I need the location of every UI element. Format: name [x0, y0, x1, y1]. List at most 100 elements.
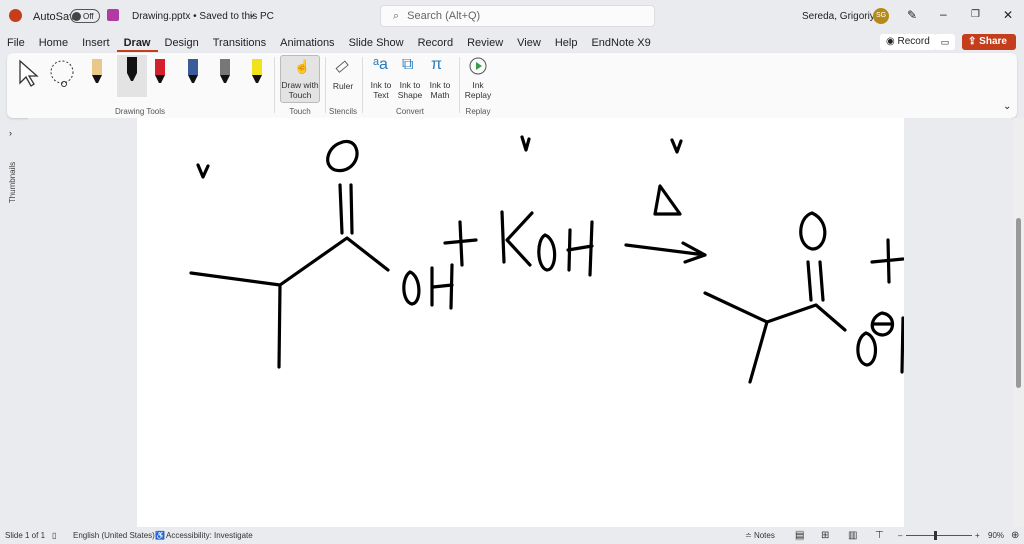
tab-draw[interactable]: Draw — [116, 34, 158, 52]
ruler-icon: ▭ — [330, 55, 354, 78]
zoom-slider-thumb[interactable] — [934, 531, 937, 540]
accessibility-status[interactable]: Accessibility: Investigate — [166, 531, 253, 540]
tab-view[interactable]: View — [510, 34, 548, 52]
tab-review[interactable]: Review — [460, 34, 510, 52]
ribbon-tabs: File Home Insert Draw Design Transitions Anima… — [0, 34, 658, 52]
accessibility-icon: ♿ — [155, 531, 165, 540]
ink-tick-mark — [196, 163, 210, 179]
touch-label: Touch — [289, 107, 311, 116]
slide-canvas[interactable] — [137, 118, 992, 527]
ink-to-text-icon: ᵃa — [373, 56, 388, 73]
notes-button[interactable]: ≐ Notes — [745, 531, 775, 540]
ink-to-math-icon: π — [431, 56, 443, 73]
touch-hand-icon: ☝ — [294, 59, 311, 74]
stencils-label: Stencils — [328, 107, 357, 116]
pen-icon[interactable]: ✎ — [907, 8, 917, 22]
vertical-scrollbar[interactable] — [1013, 118, 1024, 527]
select-arrow-icon[interactable] — [17, 59, 41, 89]
ink-plus-2 — [870, 238, 905, 284]
ink-minus-charge — [870, 311, 895, 337]
zoom-slider[interactable] — [906, 535, 972, 536]
lasso-select-icon[interactable] — [47, 58, 79, 90]
ink-carbon-skeleton-left — [189, 236, 390, 369]
slide-sorter-icon[interactable]: ⊞ — [821, 530, 829, 541]
drawing-tools-label: Drawing Tools — [114, 107, 166, 116]
ink-to-text-button[interactable]: Ink to Text — [367, 80, 395, 100]
status-bar: Slide 1 of 1 ▯ English (United States) ♿… — [0, 527, 1024, 544]
slideshow-icon[interactable]: ⊤ — [875, 530, 884, 541]
avatar[interactable]: SG — [873, 8, 889, 24]
save-icon[interactable] — [107, 9, 119, 21]
thumbnails-label: Thumbnails — [8, 161, 18, 204]
ink-o-minus — [856, 331, 878, 367]
tab-slide-show[interactable]: Slide Show — [342, 34, 411, 52]
collapse-ribbon-icon[interactable]: ⌄ — [1003, 101, 1011, 112]
tab-animations[interactable]: Animations — [273, 34, 341, 52]
fit-to-window-icon[interactable]: ⊕ — [1011, 530, 1019, 541]
tab-insert[interactable]: Insert — [75, 34, 117, 52]
ink-plus-1 — [443, 220, 478, 267]
pen-2-icon[interactable] — [117, 55, 147, 97]
slide-counter: Slide 1 of 1 — [5, 531, 46, 540]
replay-label: Replay — [465, 107, 491, 116]
ink-o-letter-2 — [537, 233, 557, 272]
comments-icon[interactable]: ▭ — [935, 34, 955, 50]
ink-replay-button[interactable]: Ink Replay — [462, 80, 494, 100]
ink-oxygen-right — [799, 211, 827, 251]
pen-6-icon[interactable] — [247, 57, 267, 89]
autosave-toggle[interactable]: Off — [70, 9, 100, 23]
ink-double-bond-left — [338, 183, 354, 235]
tab-endnote-x9[interactable]: EndNote X9 — [584, 34, 657, 52]
ink-oxygen-left — [326, 139, 359, 173]
ink-carbon-skeleton-right — [703, 291, 847, 384]
ink-to-shape-icon: ⧉ — [402, 56, 414, 73]
close-icon[interactable]: ✕ — [1003, 8, 1013, 22]
language[interactable]: English (United States) — [73, 531, 155, 540]
tab-record[interactable]: Record — [411, 34, 460, 52]
ink-to-math-button[interactable]: Ink to Math — [425, 80, 455, 100]
tab-help[interactable]: Help — [548, 34, 585, 52]
tab-home[interactable]: Home — [32, 34, 75, 52]
title-bar: AutoSave Off Drawing.pptx • Saved to thi… — [0, 0, 1024, 33]
tab-design[interactable]: Design — [158, 34, 206, 52]
spellcheck-icon[interactable]: ▯ — [52, 531, 56, 540]
ink-k-plus — [900, 316, 927, 374]
ink-double-bond-right — [806, 260, 825, 302]
tab-file[interactable]: File — [0, 34, 32, 52]
ink-arrow — [624, 241, 707, 264]
reading-view-icon[interactable]: ▥ — [848, 530, 857, 541]
thumbnails-pane[interactable]: › Thumbnails — [0, 118, 28, 527]
pen-1-icon[interactable] — [87, 57, 107, 89]
restore-icon[interactable]: ❐ — [971, 9, 980, 20]
ink-to-shape-button[interactable]: Ink to Shape — [396, 80, 424, 100]
ink-drawing — [189, 135, 992, 384]
convert-label: Convert — [395, 107, 424, 116]
scrollbar-thumb[interactable] — [1016, 218, 1021, 388]
zoom-out-button[interactable]: – — [898, 531, 902, 540]
zoom-in-button[interactable]: + — [975, 531, 980, 540]
zoom-level[interactable]: 90% — [988, 531, 1004, 540]
ink-h-letter — [430, 263, 454, 310]
tab-transitions[interactable]: Transitions — [206, 34, 273, 52]
user-name[interactable]: Sereda, Grigoriy A — [802, 11, 884, 22]
ink-k-letter — [500, 210, 534, 267]
drawing-tools-group: Drawing Tools — [7, 53, 273, 118]
chevron-down-icon[interactable]: ⌄ — [248, 9, 256, 20]
ribbon: Drawing Tools Draw with Touch ☝ Touch ▭ … — [7, 53, 1017, 118]
ink-delta — [653, 184, 682, 216]
powerpoint-logo-icon — [9, 9, 22, 22]
pen-4-icon[interactable] — [183, 57, 203, 89]
search-input[interactable]: Search (Alt+Q) — [407, 10, 480, 22]
normal-view-icon[interactable]: ▤ — [795, 530, 805, 541]
ink-h-letter-2 — [566, 220, 594, 277]
minimize-icon[interactable]: – — [940, 7, 947, 21]
share-button[interactable]: ⇪ Share ⌄ — [962, 34, 1016, 63]
replay-icon — [469, 57, 487, 75]
search-icon: ⌕ — [393, 9, 400, 22]
search-box[interactable]: ⌕ Search (Alt+Q) — [380, 5, 655, 27]
ruler-button[interactable]: Ruler — [327, 81, 359, 91]
record-button[interactable]: ◉ Record — [880, 34, 936, 50]
pen-3-icon[interactable] — [150, 57, 170, 89]
pen-5-icon[interactable] — [215, 57, 235, 89]
expand-chevron-icon[interactable]: › — [9, 128, 12, 138]
